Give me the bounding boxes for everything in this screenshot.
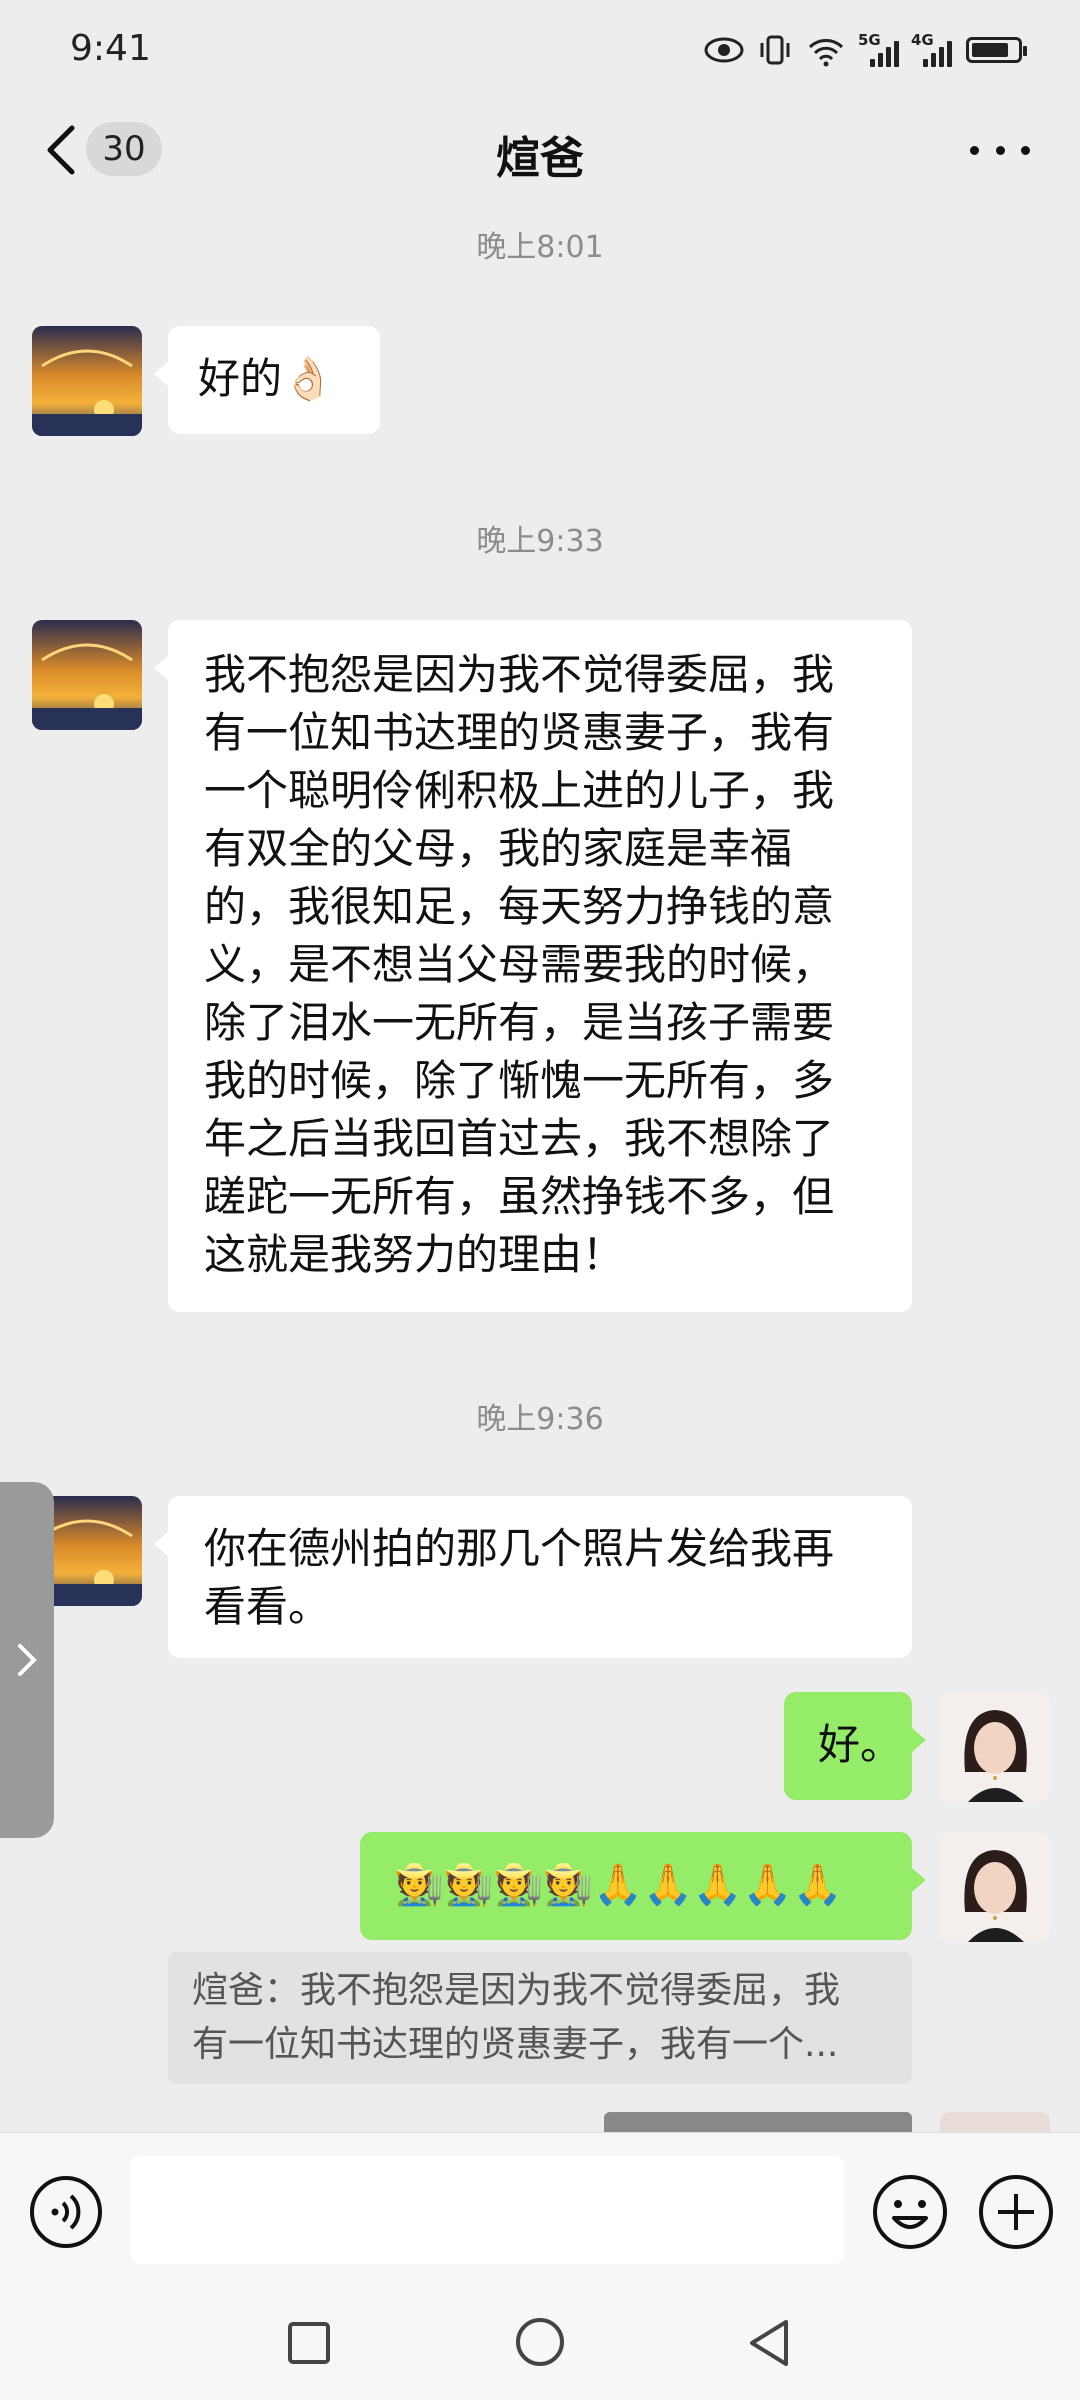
message-line: 除了泪水一无所有，是当孩子需要	[204, 998, 835, 1047]
quoted-message[interactable]: 煊爸：我不抱怨是因为我不觉得委屈，我 有一位知书达理的贤惠妻子，我有一个...	[168, 1952, 912, 2084]
status-time: 9:41	[70, 28, 151, 69]
message-input[interactable]	[130, 2156, 844, 2264]
emoji-icon[interactable]	[870, 2172, 950, 2252]
side-drawer-handle[interactable]	[0, 1482, 54, 1838]
quote-line: 有一位知书达理的贤惠妻子，我有一个...	[192, 2024, 839, 2065]
more-dots-icon[interactable]	[970, 140, 1030, 160]
message-line: 这就是我努力的理由！	[204, 1230, 625, 1279]
message-line: 一个聪明伶俐积极上进的儿子，我	[204, 766, 835, 815]
timestamp: 晚上9:36	[476, 1402, 604, 1437]
vibrate-icon	[760, 35, 790, 65]
status-icons: 5G 4G	[704, 30, 1027, 70]
my-avatar[interactable]	[940, 1692, 1050, 1802]
message-bubble[interactable]: 你在德州拍的那几个照片发给我再 看看。	[154, 1496, 912, 1658]
message-line: 我不抱怨是因为我不觉得委屈，我	[204, 650, 835, 699]
message-line: 义，是不想当父母需要我的时候，	[204, 940, 835, 989]
timestamp: 晚上8:01	[476, 230, 604, 265]
message-bubble[interactable]: 好的👌🏻	[154, 326, 380, 434]
message-line: 蹉跎一无所有，虽然挣钱不多，但	[204, 1172, 835, 1221]
home-icon[interactable]	[514, 2316, 566, 2368]
recent-apps-icon[interactable]	[286, 2320, 332, 2366]
message-line: 有一位知书达理的贤惠妻子，我有	[204, 708, 835, 757]
timestamp: 晚上9:33	[476, 524, 604, 559]
contact-avatar[interactable]	[32, 326, 142, 436]
contact-avatar[interactable]	[32, 620, 142, 730]
status-bar: 9:41 5G 4G	[0, 0, 1080, 100]
quote-line: 煊爸：我不抱怨是因为我不觉得委屈，我	[192, 1970, 841, 2011]
signal-5g-icon: 5G	[858, 31, 899, 67]
my-avatar[interactable]	[940, 2112, 1050, 2132]
wifi-icon	[808, 39, 844, 67]
battery-icon	[966, 37, 1027, 63]
message-line: 看看。	[204, 1582, 331, 1631]
message-line: 我的时候，除了惭愧一无所有，多	[204, 1056, 835, 1105]
eye-icon	[704, 37, 744, 63]
chat-title: 煊爸	[496, 133, 584, 184]
signal-4g-icon: 4G	[911, 31, 952, 67]
message-line: 的，我很知足，每天努力挣钱的意	[204, 882, 835, 931]
my-message-bubble[interactable]: 🧑‍🌾🧑‍🌾🧑‍🌾🧑‍🌾🙏🙏🙏🙏🙏	[360, 1832, 926, 1940]
chevron-right-icon	[18, 1644, 37, 1676]
back-triangle-icon[interactable]	[746, 2318, 792, 2368]
voice-icon[interactable]	[28, 2174, 104, 2250]
message-line: 你在德州拍的那几个照片发给我再	[204, 1524, 835, 1573]
my-message-bubble[interactable]: 好。	[784, 1692, 926, 1800]
plus-icon[interactable]	[976, 2172, 1056, 2252]
message-line: 有双全的父母，我的家庭是幸福	[204, 824, 793, 873]
message-bubble[interactable]: 我不抱怨是因为我不觉得委屈，我 有一位知书达理的贤惠妻子，我有 一个聪明伶俐积极…	[154, 620, 912, 1312]
message-line: 年之后当我回首过去，我不想除了	[204, 1114, 835, 1163]
my-avatar[interactable]	[940, 1832, 1050, 1942]
